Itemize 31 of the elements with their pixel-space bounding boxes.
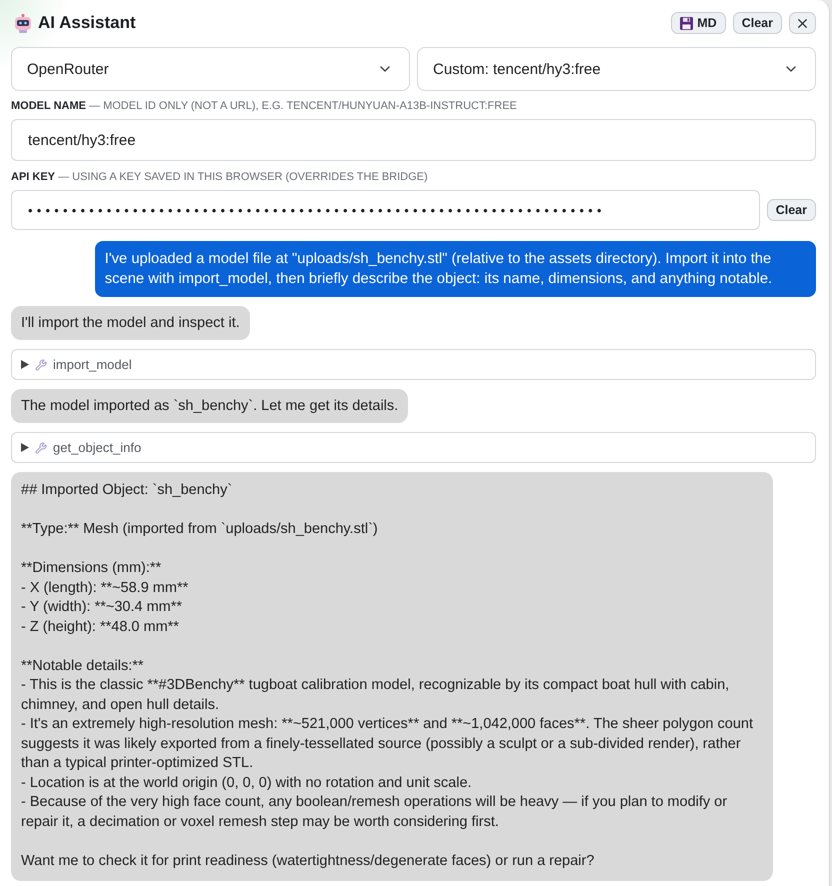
provider-select[interactable]: OpenRouter xyxy=(11,47,410,91)
message-line: ## Imported Object: `sh_benchy` xyxy=(21,481,234,500)
user-message: I've uploaded a model file at "uploads/sh_benchy.stl" (relative to the assets directory). Import it into the scene with import_model, then briefly describe the object: its name, dimensions, and anything notable. xyxy=(94,241,816,297)
clear-key-button[interactable]: Clear xyxy=(766,199,816,221)
tool-call-toggle[interactable]: get_object_info xyxy=(11,432,816,463)
api-key-input[interactable]: •••••••••••••••••••••••••••••••••••••••••••••••••••••••••••••••••• xyxy=(11,190,760,230)
wrench-icon xyxy=(35,358,47,370)
model-name-input[interactable]: tencent/hy3:free xyxy=(11,119,816,161)
panel-title: AI Assistant xyxy=(38,13,137,33)
wrench-icon xyxy=(35,442,47,454)
clear-chat-button[interactable]: Clear xyxy=(732,12,782,34)
message-line: - Because of the very high face count, any boolean/remesh operations will be heavy — if you plan to modify or repair it, a decimation or voxel remesh step may be worth considering first. xyxy=(21,793,728,832)
message-line: **Type:** Mesh (imported from `uploads/sh_benchy.stl`) xyxy=(21,520,379,539)
message-line: - Z (height): **48.0 mm** xyxy=(21,618,180,636)
field-label: API KEY — USING A KEY SAVED IN THIS BROWSER (OVERRIDES THE BRIDGE) xyxy=(11,170,429,184)
tool-call-toggle[interactable]: import_model xyxy=(11,349,816,380)
assistant-message: The model imported as `sh_benchy`. Let me get its details. xyxy=(11,389,408,423)
message-line: - X (length): **~58.9 mm** xyxy=(21,578,190,598)
message-line: - It's an extremely high-resolution mesh: **~521,000 vertices** and **~1,042,000 faces**. The sheer polygon count suggests it was likely exported from a finely-tessellated source (possibly a sculpt or a sub-divided render), rather than a typical printer-optimized STL. xyxy=(21,715,754,773)
robot-icon xyxy=(14,14,32,32)
message-line: - Y (width): **~30.4 mm** xyxy=(21,598,184,617)
field-label: MODEL NAME — MODEL ID ONLY (NOT A URL), E.G. TENCENT/HUNYUAN-A13B-INSTRUCT:FREE xyxy=(11,99,518,113)
message-line: Want me to check it for print readiness (watertightness/degenerate faces) or run a repair? xyxy=(21,852,596,870)
close-button[interactable] xyxy=(789,12,816,34)
message-line: - This is the classic **#3DBenchy** tugboat calibration model, recognizable by its compact boat hull with cabin, chimney, and open hull details. xyxy=(21,676,730,714)
message-line: **Notable details:** xyxy=(21,656,145,676)
model-select[interactable]: Custom: tencent/hy3:free xyxy=(417,47,816,91)
assistant-message: I'll import the model and inspect it. xyxy=(11,306,250,340)
message-line: - Location is at the world origin (0, 0, 0) with no rotation and unit scale. xyxy=(21,774,473,792)
message-line: **Dimensions (mm):** xyxy=(21,559,162,578)
export-markdown-button[interactable]: MD xyxy=(671,12,726,34)
